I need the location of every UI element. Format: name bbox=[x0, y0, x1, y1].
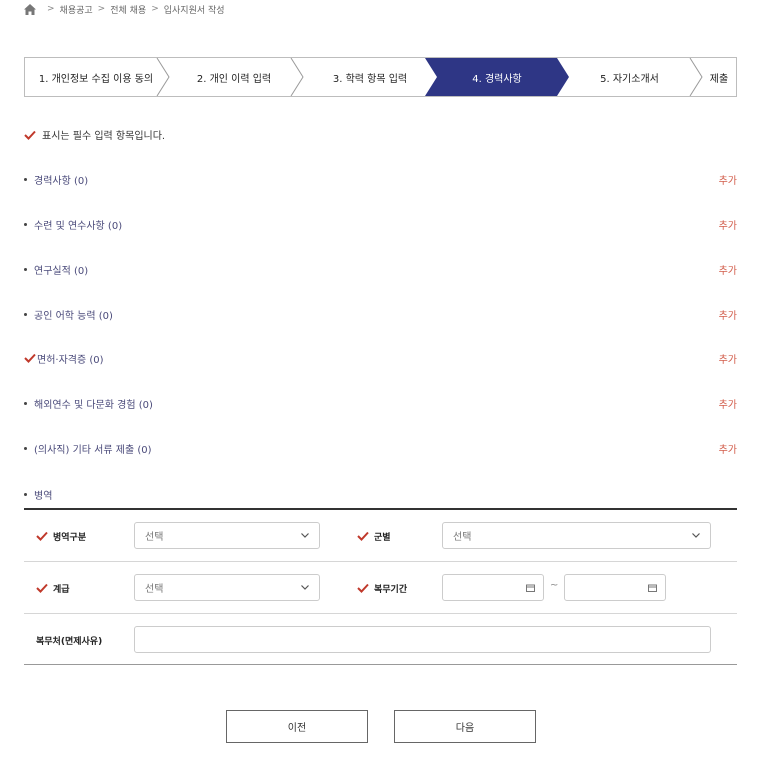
military-branch-label-text: 군별 bbox=[374, 532, 391, 543]
step-submit: 제출 bbox=[709, 73, 729, 85]
section-label: 경력사항 (0) bbox=[34, 175, 89, 187]
section-career: 경력사항 (0) 추가 bbox=[24, 171, 737, 187]
period-start-date-input[interactable] bbox=[442, 574, 544, 601]
section-documents: (의사직) 기타 서류 제출 (0) 추가 bbox=[24, 440, 737, 456]
section-overseas: 해외연수 및 다문화 경험 (0) 추가 bbox=[24, 395, 737, 411]
chevron-down-icon bbox=[692, 533, 700, 538]
chevron-down-icon bbox=[301, 585, 309, 590]
required-note: 표시는 필수 입력 항목입니다. bbox=[24, 127, 165, 142]
check-icon bbox=[36, 583, 48, 593]
select-value: 선택 bbox=[145, 532, 164, 543]
add-language-button[interactable]: 추가 bbox=[719, 307, 737, 322]
period-separator: ~ bbox=[550, 580, 559, 591]
breadcrumb: > 채용공고 > 전체 채용 > 입사지원서 작성 bbox=[24, 2, 225, 16]
divider bbox=[24, 561, 737, 562]
calendar-icon[interactable] bbox=[526, 584, 535, 592]
chevron-right-icon: > bbox=[151, 4, 159, 14]
check-icon bbox=[357, 531, 369, 541]
section-label: (의사직) 기타 서류 제출 (0) bbox=[34, 444, 152, 456]
bullet-icon bbox=[24, 493, 27, 496]
breadcrumb-item-all[interactable]: 전체 채용 bbox=[110, 3, 146, 16]
military-type-label: 병역구분 bbox=[36, 528, 86, 544]
section-label: 연구실적 (0) bbox=[34, 265, 89, 277]
section-label: 공인 어학 능력 (0) bbox=[34, 310, 113, 322]
prev-button[interactable]: 이전 bbox=[226, 710, 368, 743]
military-place-label-text: 복무처(면제사유) bbox=[36, 636, 103, 647]
bullet-icon bbox=[24, 222, 27, 226]
add-license-button[interactable]: 추가 bbox=[719, 351, 737, 366]
chevron-right-icon: > bbox=[97, 4, 106, 14]
section-license: 면허·자격증 (0) 추가 bbox=[24, 350, 737, 366]
add-career-button[interactable]: 추가 bbox=[719, 172, 737, 187]
breadcrumb-item-current: 입사지원서 작성 bbox=[163, 5, 225, 16]
military-title: 병역 bbox=[24, 487, 52, 502]
step-self-intro: 5. 자기소개서 bbox=[600, 73, 659, 85]
military-rank-label-text: 계급 bbox=[53, 584, 70, 595]
military-period-label: 복무기간 bbox=[357, 580, 407, 596]
add-overseas-button[interactable]: 추가 bbox=[719, 396, 737, 411]
bullet-icon bbox=[24, 446, 27, 450]
step-personal: 2. 개인 이력 입력 bbox=[196, 73, 272, 85]
bullet-icon bbox=[24, 177, 27, 181]
chevron-down-icon bbox=[301, 533, 309, 538]
military-rank-label: 계급 bbox=[36, 580, 70, 596]
military-branch-select[interactable]: 선택 bbox=[442, 522, 711, 549]
check-icon bbox=[24, 353, 36, 363]
section-training: 수련 및 연수사항 (0) 추가 bbox=[24, 216, 737, 232]
required-note-text: 표시는 필수 입력 항목입니다. bbox=[42, 131, 166, 142]
check-icon bbox=[36, 531, 48, 541]
add-documents-button[interactable]: 추가 bbox=[719, 441, 737, 456]
section-label: 해외연수 및 다문화 경험 (0) bbox=[34, 399, 153, 411]
divider bbox=[24, 613, 737, 614]
home-icon[interactable] bbox=[24, 3, 36, 15]
section-label: 수련 및 연수사항 (0) bbox=[34, 220, 123, 232]
step-career: 4. 경력사항 bbox=[472, 73, 522, 85]
military-rank-select[interactable]: 선택 bbox=[134, 574, 320, 601]
select-value: 선택 bbox=[145, 584, 164, 595]
military-place-label: 복무처(면제사유) bbox=[36, 632, 102, 648]
chevron-right-icon: > bbox=[47, 4, 55, 14]
divider bbox=[24, 508, 737, 510]
military-type-select[interactable]: 선택 bbox=[134, 522, 320, 549]
military-title-text: 병역 bbox=[34, 491, 53, 502]
add-training-button[interactable]: 추가 bbox=[719, 217, 737, 232]
calendar-icon[interactable] bbox=[648, 584, 657, 592]
check-icon bbox=[24, 130, 36, 140]
check-icon bbox=[357, 583, 369, 593]
bullet-icon bbox=[24, 312, 27, 316]
step-consent: 1. 개인정보 수집 이용 동의 bbox=[38, 73, 154, 85]
military-place-input[interactable] bbox=[134, 626, 711, 653]
select-value: 선택 bbox=[453, 532, 472, 543]
military-period-label-text: 복무기간 bbox=[374, 584, 408, 595]
section-research: 연구실적 (0) 추가 bbox=[24, 261, 737, 277]
bullet-icon bbox=[24, 267, 27, 271]
step-education: 3. 학력 항목 입력 bbox=[332, 73, 408, 85]
section-language: 공인 어학 능력 (0) 추가 bbox=[24, 306, 737, 322]
breadcrumb-item-recruit[interactable]: 채용공고 bbox=[60, 3, 93, 16]
section-label: 면허·자격증 (0) bbox=[37, 354, 104, 366]
add-research-button[interactable]: 추가 bbox=[719, 262, 737, 277]
military-branch-label: 군별 bbox=[357, 528, 391, 544]
period-end-date-input[interactable] bbox=[564, 574, 666, 601]
military-type-label-text: 병역구분 bbox=[53, 532, 87, 543]
step-progress: 1. 개인정보 수집 이용 동의 2. 개인 이력 입력 3. 학력 항목 입력… bbox=[24, 57, 737, 97]
bullet-icon bbox=[24, 401, 27, 405]
divider bbox=[24, 664, 737, 665]
next-button[interactable]: 다음 bbox=[394, 710, 536, 743]
